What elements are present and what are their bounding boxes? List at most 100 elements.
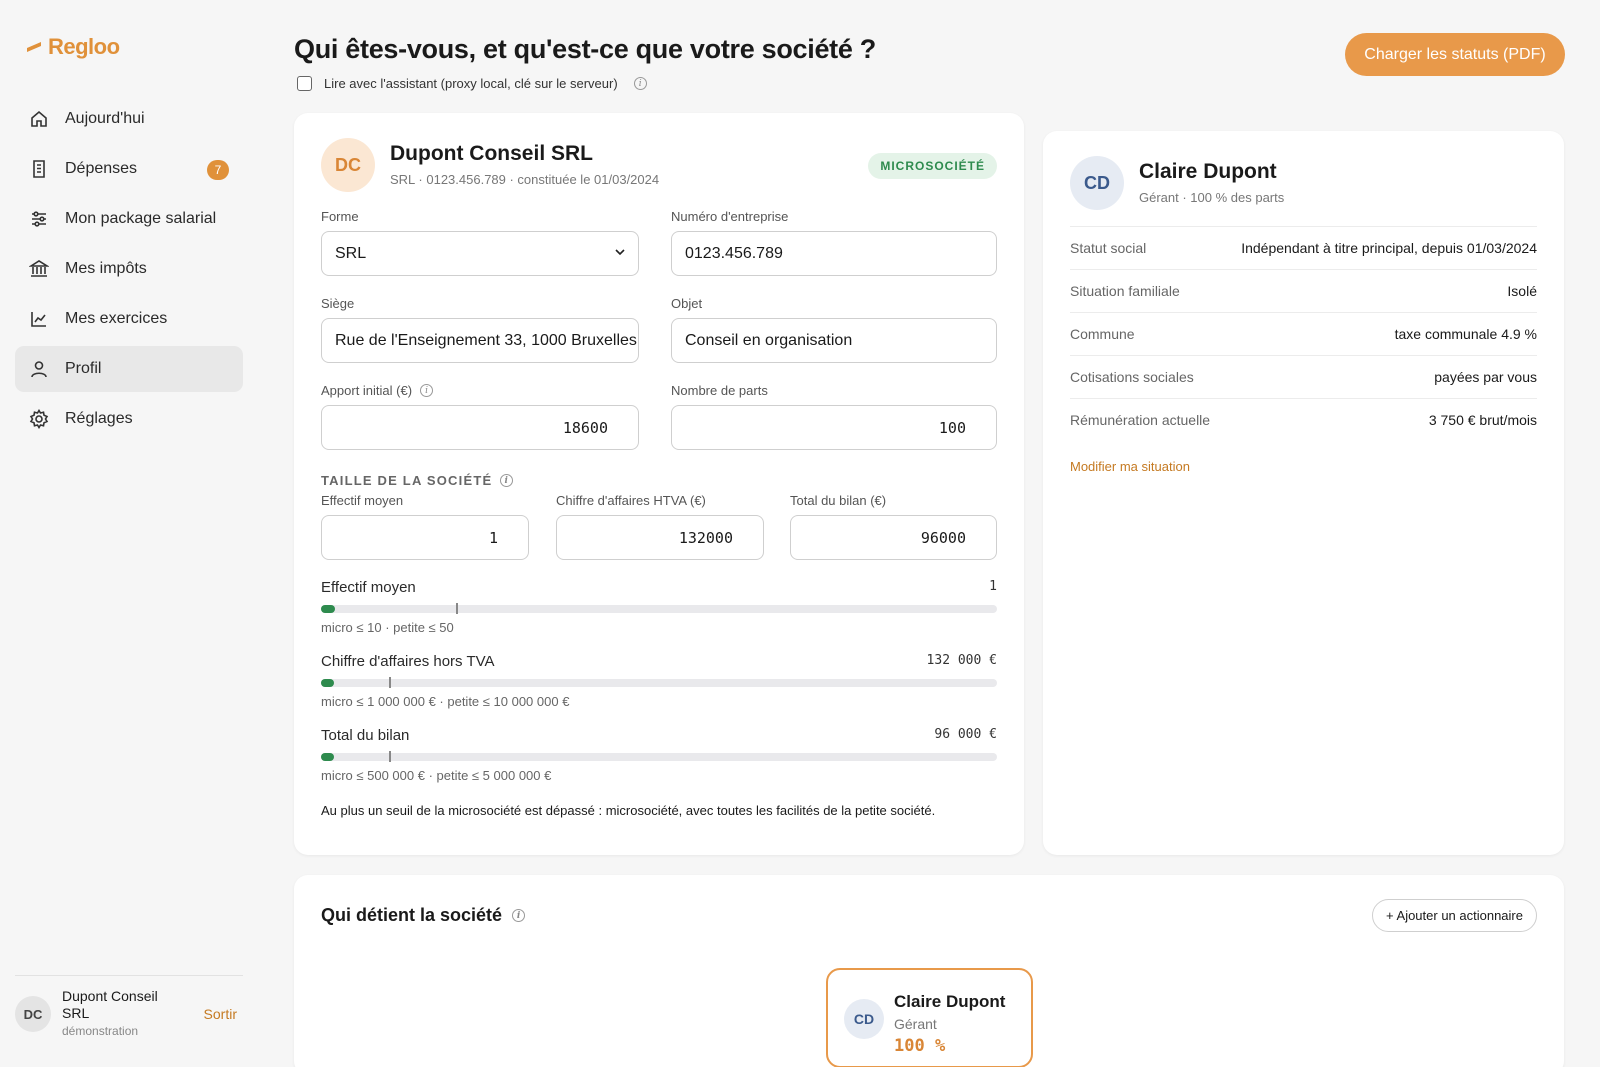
edit-situation-link[interactable]: Modifier ma situation [1070, 459, 1190, 474]
detail-row: Situation familiale Isolé [1070, 269, 1537, 312]
detail-value: 3 750 € brut/mois [1428, 412, 1537, 428]
sidebar-nav: Aujourd'hui Dépenses 7 Mon package salar… [15, 96, 243, 446]
meter-note: micro ≤ 1 000 000 € · petite ≤ 10 000 00… [321, 694, 570, 709]
micro-threshold-tick [388, 677, 391, 688]
detail-key: Commune [1070, 326, 1135, 342]
sidebar-item-depenses[interactable]: Dépenses 7 [15, 146, 243, 192]
parts-field[interactable]: 100 [671, 405, 997, 450]
meter-note: micro ≤ 500 000 € · petite ≤ 5 000 000 € [321, 768, 552, 783]
person-avatar: CD [1070, 156, 1124, 210]
objet-field[interactable]: Conseil en organisation [671, 318, 997, 363]
owners-title: Qui détient la société i [321, 905, 526, 926]
parts-value: 100 [938, 418, 966, 437]
objet-label: Objet [671, 296, 703, 311]
apport-field[interactable]: 18600 [321, 405, 639, 450]
sidebar-item-label: Mes exercices [65, 310, 168, 327]
detail-row: Rémunération actuelle 3 750 € brut/mois [1070, 398, 1537, 441]
micro-threshold-tick [456, 603, 459, 614]
bilan-value: 96000 [920, 528, 966, 547]
company-subtitle: SRL · 0123.456.789 · constituée le 01/03… [390, 172, 660, 187]
detail-key: Rémunération actuelle [1070, 412, 1211, 428]
avatar: DC [15, 996, 51, 1032]
meter-fill [321, 753, 334, 761]
effectif-value: 1 [488, 528, 498, 547]
apport-label-text: Apport initial (€) [321, 383, 413, 398]
forme-select[interactable]: SRL [321, 231, 639, 276]
detail-key: Cotisations sociales [1070, 369, 1194, 385]
chart-line-icon [29, 309, 49, 329]
apport-label: Apport initial (€) i [321, 383, 434, 398]
effectif-field[interactable]: 1 [321, 515, 529, 560]
account-footer: DC Dupont Conseil SRL démonstration Sort… [15, 975, 243, 1038]
user-icon [29, 359, 49, 379]
detail-value: payées par vous [1434, 369, 1537, 385]
detail-key: Situation familiale [1070, 283, 1180, 299]
status-badge: MICROSOCIÉTÉ [868, 153, 997, 179]
owner-share: 100 % [894, 1036, 946, 1056]
assistant-option[interactable]: Lire avec l'assistant (proxy local, clé … [297, 76, 647, 91]
logout-link[interactable]: Sortir [204, 1006, 237, 1022]
forme-label: Forme [321, 209, 359, 224]
bilan-field[interactable]: 96000 [790, 515, 997, 560]
sidebar-item-package-salarial[interactable]: Mon package salarial [15, 196, 243, 242]
numero-field[interactable]: 0123.456.789 [671, 231, 997, 276]
sidebar-item-label: Dépenses [65, 160, 138, 177]
meter-value: 132 000 € [926, 653, 997, 668]
person-card: CD Claire Dupont Gérant · 100 % des part… [1043, 131, 1564, 855]
home-icon [29, 109, 49, 129]
siege-field[interactable]: Rue de l'Enseignement 33, 1000 Bruxelles [321, 318, 639, 363]
sidebar-item-label: Aujourd'hui [65, 110, 145, 127]
detail-row: Commune taxe communale 4.9 % [1070, 312, 1537, 355]
add-shareholder-button[interactable]: + Ajouter un actionnaire [1372, 899, 1537, 932]
detail-key: Statut social [1070, 240, 1147, 256]
owner-avatar: CD [844, 999, 884, 1039]
info-icon[interactable]: i [500, 474, 514, 487]
detail-value: Indépendant à titre principal, depuis 01… [1241, 240, 1537, 256]
forme-value: SRL [335, 244, 367, 262]
objet-value: Conseil en organisation [685, 331, 853, 349]
bilan-label: Total du bilan (€) [790, 493, 887, 508]
person-name: Claire Dupont [1139, 160, 1277, 183]
account-company-name: Dupont Conseil SRL [62, 988, 158, 1021]
apport-value: 18600 [562, 418, 608, 437]
sidebar-item-label: Réglages [65, 410, 133, 427]
count-badge: 7 [207, 160, 229, 180]
company-name: Dupont Conseil SRL [390, 142, 593, 165]
meter-track [321, 603, 997, 614]
meter-label: Effectif moyen [321, 579, 416, 596]
receipt-icon [29, 159, 49, 179]
bank-icon [29, 259, 49, 279]
owners-card: Qui détient la société i + Ajouter un ac… [294, 875, 1564, 1067]
ca-field[interactable]: 132000 [556, 515, 764, 560]
meter-track [321, 751, 997, 762]
sidebar: Regloo Aujourd'hui Dépenses 7 Mon packag… [0, 0, 258, 1067]
detail-row: Cotisations sociales payées par vous [1070, 355, 1537, 398]
info-icon[interactable]: i [420, 384, 434, 397]
sidebar-item-exercices[interactable]: Mes exercices [15, 296, 243, 342]
detail-value: taxe communale 4.9 % [1394, 326, 1537, 342]
numero-label: Numéro d'entreprise [671, 209, 789, 224]
person-subtitle: Gérant · 100 % des parts [1139, 190, 1285, 205]
company-card: DC Dupont Conseil SRL SRL · 0123.456.789… [294, 113, 1024, 855]
brand-logo[interactable]: Regloo [26, 34, 120, 60]
assistant-checkbox[interactable] [297, 76, 312, 91]
meter-fill [321, 679, 334, 687]
effectif-label: Effectif moyen [321, 493, 404, 508]
owner-role: Gérant [894, 1016, 937, 1032]
info-icon[interactable]: i [633, 77, 647, 90]
sidebar-item-impots[interactable]: Mes impôts [15, 246, 243, 292]
upload-statuts-button[interactable]: Charger les statuts (PDF) [1345, 33, 1565, 76]
meter-note: micro ≤ 10 · petite ≤ 50 [321, 620, 454, 635]
sidebar-item-aujourdhui[interactable]: Aujourd'hui [15, 96, 243, 142]
person-details: Statut social Indépendant à titre princip… [1070, 226, 1537, 441]
parts-label: Nombre de parts [671, 383, 768, 398]
siege-value: Rue de l'Enseignement 33, 1000 Bruxelles [335, 331, 637, 349]
logo-mark-icon [27, 42, 41, 52]
sidebar-item-profil[interactable]: Profil [15, 346, 243, 392]
meter-fill [321, 605, 335, 613]
info-icon[interactable]: i [512, 909, 526, 922]
meter-label: Chiffre d'affaires hors TVA [321, 653, 495, 670]
sidebar-item-reglages[interactable]: Réglages [15, 396, 243, 442]
meter-label: Total du bilan [321, 727, 410, 744]
owner-card[interactable]: CD Claire Dupont Gérant 100 % [826, 968, 1033, 1067]
